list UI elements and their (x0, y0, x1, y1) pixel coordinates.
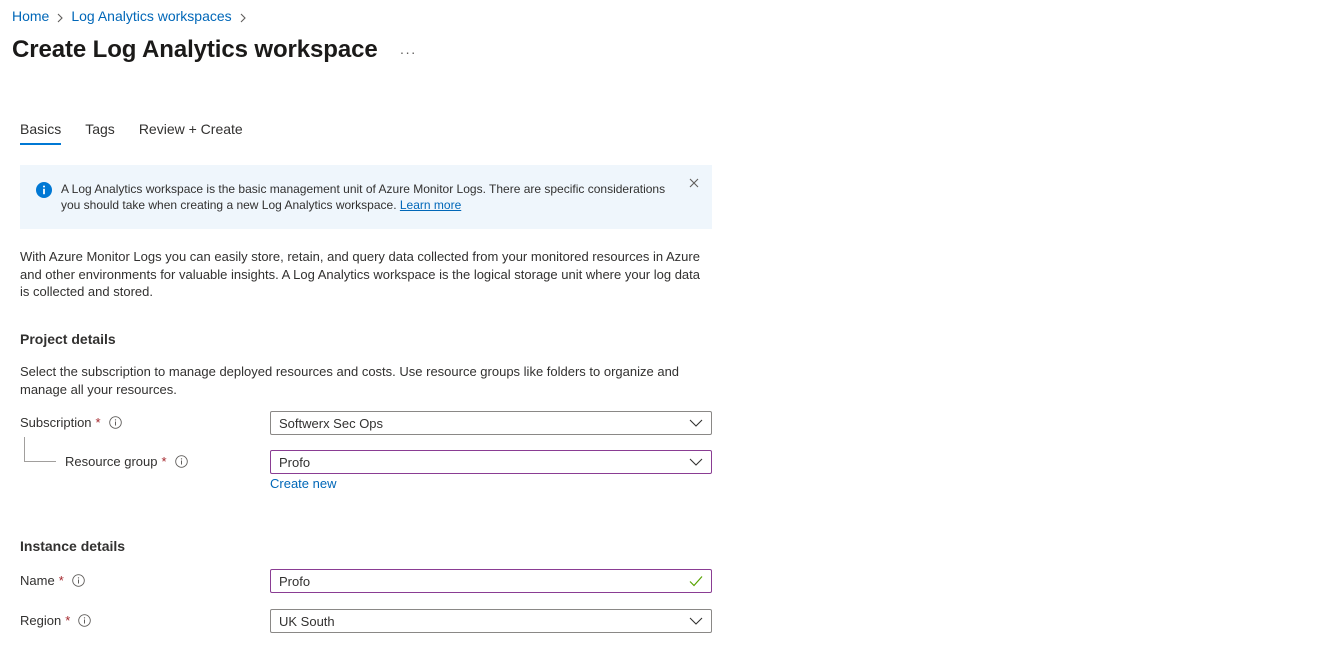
subscription-value: Softwerx Sec Ops (279, 415, 384, 431)
info-tooltip-icon[interactable] (71, 574, 85, 587)
subscription-label-text: Subscription (20, 415, 92, 430)
tree-connector-horizontal (24, 461, 56, 462)
required-marker: * (58, 573, 64, 588)
banner-text: A Log Analytics workspace is the basic m… (61, 182, 666, 212)
required-marker: * (95, 415, 101, 430)
close-icon[interactable] (688, 177, 700, 189)
resource-group-value: Profo (279, 454, 311, 470)
title-row: Create Log Analytics workspace ··· (12, 36, 417, 64)
more-options-button[interactable]: ··· (400, 44, 417, 60)
breadcrumb: Home Log Analytics workspaces (12, 8, 254, 24)
intro-text: With Azure Monitor Logs you can easily s… (20, 249, 701, 299)
region-label: Region * (20, 613, 92, 628)
chevron-down-icon (689, 458, 703, 466)
region-label-text: Region (20, 613, 62, 628)
project-details-description: Select the subscription to manage deploy… (20, 364, 680, 397)
info-tooltip-icon[interactable] (174, 455, 188, 468)
checkmark-icon (689, 576, 703, 587)
learn-more-link[interactable]: Learn more (400, 198, 461, 212)
tab-basics[interactable]: Basics (20, 121, 62, 145)
required-marker: * (161, 454, 167, 469)
resource-group-label-text: Resource group (65, 454, 158, 469)
tab-review-create[interactable]: Review + Create (139, 121, 243, 145)
info-icon (36, 182, 52, 198)
resource-group-dropdown[interactable]: Profo (270, 450, 712, 474)
chevron-down-icon (689, 419, 703, 427)
subscription-label: Subscription * (20, 415, 122, 430)
name-input[interactable]: Profo (270, 569, 712, 593)
required-marker: * (65, 613, 71, 628)
region-dropdown[interactable]: UK South (270, 609, 712, 633)
banner-message: A Log Analytics workspace is the basic m… (61, 181, 672, 213)
tab-bar: Basics Tags Review + Create (20, 121, 267, 145)
create-new-resource-group-link[interactable]: Create new (270, 476, 336, 491)
info-banner: A Log Analytics workspace is the basic m… (20, 165, 712, 229)
name-label: Name * (20, 573, 85, 588)
region-value: UK South (279, 613, 335, 629)
breadcrumb-workspaces-link[interactable]: Log Analytics workspaces (71, 8, 231, 24)
name-label-text: Name (20, 573, 55, 588)
breadcrumb-home-link[interactable]: Home (12, 8, 49, 24)
info-tooltip-icon[interactable] (108, 416, 122, 429)
chevron-right-icon (240, 13, 246, 23)
info-tooltip-icon[interactable] (78, 614, 92, 627)
create-workspace-page: Home Log Analytics workspaces Create Log… (0, 0, 1332, 668)
subscription-dropdown[interactable]: Softwerx Sec Ops (270, 411, 712, 435)
resource-group-label: Resource group * (65, 454, 188, 469)
tab-tags[interactable]: Tags (85, 121, 115, 145)
instance-details-heading: Instance details (20, 538, 126, 554)
project-details-heading: Project details (20, 331, 116, 347)
tree-connector-vertical (24, 437, 25, 462)
chevron-right-icon (57, 13, 64, 23)
name-value: Profo (279, 573, 311, 589)
chevron-down-icon (689, 617, 703, 625)
page-title: Create Log Analytics workspace (12, 36, 378, 63)
